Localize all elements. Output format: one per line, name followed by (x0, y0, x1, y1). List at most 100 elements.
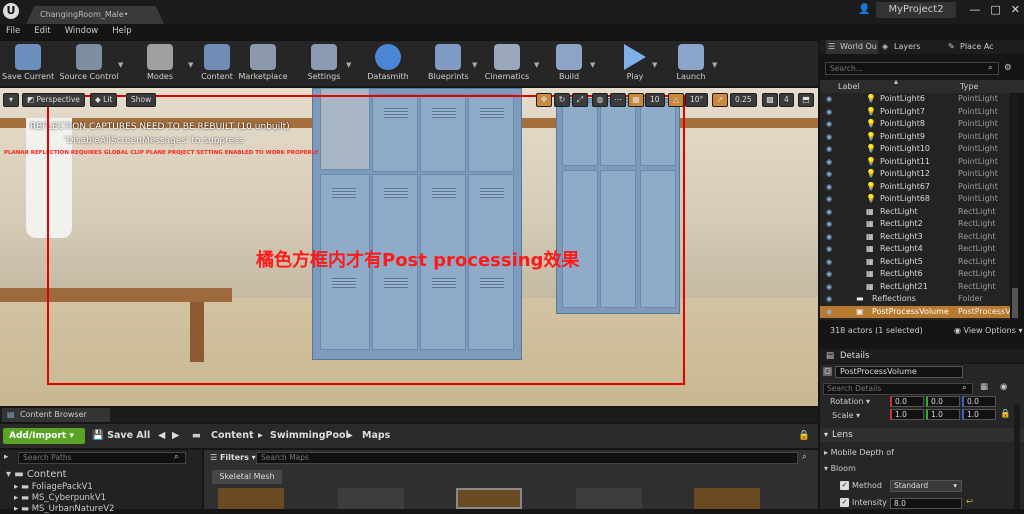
visibility-eye-icon[interactable]: ◉ (826, 143, 832, 156)
rotate-icon[interactable]: ↻ (554, 93, 570, 107)
visibility-eye-icon[interactable]: ◉ (826, 206, 832, 219)
level-viewport[interactable]: REFLECTION CAPTURES NEED TO BE REBUILT (… (0, 88, 818, 406)
outliner-row[interactable]: ◉ 💡 PointLight67 PointLight (820, 181, 1010, 194)
actor-name-input[interactable]: PostProcessVolume (835, 366, 963, 378)
property-matrix-icon[interactable]: ▦ (980, 382, 988, 392)
tree-item-content[interactable]: ▾ ▬ Content (6, 469, 67, 480)
sort-icon[interactable]: ▴ (894, 75, 898, 88)
camera-speed-value[interactable]: 4 (779, 93, 794, 107)
scale-y[interactable]: 1.0 (926, 409, 960, 420)
dropdown-caret-icon[interactable]: ▼ (188, 61, 193, 69)
dropdown-caret-icon[interactable]: ▼ (712, 61, 717, 69)
col-type[interactable]: Type (960, 80, 978, 93)
visibility-eye-icon[interactable]: ◉ (826, 131, 832, 144)
outliner-scrollbar[interactable] (1012, 93, 1018, 320)
rotation-z[interactable]: 0.0 (962, 396, 996, 407)
user-icon[interactable]: 👤 (858, 4, 870, 15)
outliner-scrollbar-thumb[interactable] (1012, 288, 1018, 318)
maximize-viewport-icon[interactable]: ⬒ (798, 93, 814, 107)
menu-help[interactable]: Help (112, 26, 131, 40)
marketplace-button[interactable]: Marketplace (238, 41, 288, 87)
outliner-row[interactable]: ◉ 💡 PointLight9 PointLight (820, 131, 1010, 144)
show-button[interactable]: Show (126, 93, 157, 107)
document-tab[interactable]: ChangingRoom_Male• (26, 6, 164, 24)
scale-snap-value[interactable]: 0.25 (730, 93, 757, 107)
history-back-icon[interactable]: ◀ (158, 428, 165, 444)
tree-item-cyberpunk[interactable]: ▸ ▬ MS_CyberpunkV1 (14, 493, 106, 503)
asset-thumbnail[interactable] (576, 488, 642, 509)
grid-snap-icon[interactable]: ▦ (628, 93, 644, 107)
dropdown-caret-icon[interactable]: ▼ (118, 61, 123, 69)
tab-layers[interactable]: ◈ Layers (880, 40, 936, 54)
outliner-row[interactable]: ◉ ▬ Reflections Folder (820, 293, 1010, 306)
camera-speed-icon[interactable]: ▩ (762, 93, 778, 107)
outliner-row[interactable]: ◉ 💡 PointLight12 PointLight (820, 168, 1010, 181)
tab-world-outliner[interactable]: ☰ World Ou (826, 40, 878, 54)
lock-scale-icon[interactable]: 🔒 (1000, 409, 1011, 419)
collapse-icon[interactable]: ▸ (4, 452, 8, 462)
visibility-eye-icon[interactable]: ◉ (826, 243, 832, 256)
filter-chip-skeletal-mesh[interactable]: Skeletal Mesh (212, 470, 282, 484)
datasmith-button[interactable]: Datasmith (364, 41, 412, 87)
blueprints-button[interactable]: Blueprints (428, 41, 469, 87)
scale-z[interactable]: 1.0 (962, 409, 996, 420)
save-current-button[interactable]: Save Current (2, 41, 54, 87)
visibility-eye-icon[interactable]: ◉ (826, 306, 832, 319)
asset-thumbnail[interactable] (456, 488, 522, 509)
section-lens[interactable]: ▾ Lens (820, 428, 1024, 442)
tree-item-urbannature[interactable]: ▸ ▬ MS_UrbanNatureV2 (14, 504, 114, 514)
visibility-eye-icon[interactable]: ◉ (826, 118, 832, 131)
outliner-row[interactable]: ◉ ▦ RectLight2 RectLight (820, 218, 1010, 231)
asset-thumbnail[interactable] (694, 488, 760, 509)
outliner-settings-icon[interactable]: ⚙ (1004, 63, 1012, 73)
visibility-eye-icon[interactable]: ◉ (826, 231, 832, 244)
content-button[interactable]: Content (200, 41, 234, 87)
settings-button[interactable]: Settings (306, 41, 342, 87)
visibility-eye-icon[interactable]: ◉ (826, 106, 832, 119)
cinematics-button[interactable]: Cinematics (482, 41, 532, 87)
visibility-eye-icon[interactable]: ◉ (826, 156, 832, 169)
search-icon[interactable]: ⌕ (802, 452, 807, 462)
search-icon[interactable]: ⌕ (174, 452, 179, 462)
outliner-row[interactable]: ◉ 💡 PointLight11 PointLight (820, 156, 1010, 169)
menu-edit[interactable]: Edit (34, 26, 50, 40)
rotation-snap-icon[interactable]: △ (668, 93, 684, 107)
tab-place-actors[interactable]: ✎ Place Ac (946, 40, 1006, 54)
outliner-row[interactable]: ◉ ▦ RectLight21 RectLight (820, 281, 1010, 294)
outliner-search-input[interactable]: Search... (825, 62, 999, 75)
tree-item-foliagepack[interactable]: ▸ ▬ FoliagePackV1 (14, 482, 93, 492)
dropdown-caret-icon[interactable]: ▼ (652, 61, 657, 69)
outliner-row[interactable]: ◉ 💡 PointLight6 PointLight (820, 93, 1010, 106)
breadcrumb-maps[interactable]: Maps (362, 428, 390, 444)
search-icon[interactable]: ⌕ (962, 383, 967, 393)
scale-snap-icon[interactable]: ↗ (712, 93, 728, 107)
visibility-eye-icon[interactable]: ◉ (826, 256, 832, 269)
modes-button[interactable]: Modes (142, 41, 178, 87)
details-search-input[interactable]: Search Details (823, 383, 973, 395)
visibility-eye-icon[interactable]: ◉ (826, 93, 832, 106)
search-maps-input[interactable]: Search Maps (256, 452, 798, 464)
source-control-button[interactable]: Source Control (58, 41, 120, 87)
asset-thumbnail[interactable] (338, 488, 404, 509)
details-tab[interactable]: ▤ Details (820, 349, 1024, 363)
asset-thumbnail[interactable] (218, 488, 284, 509)
translate-icon[interactable]: ✥ (536, 93, 552, 107)
outliner-row[interactable]: ◉ ▦ RectLight RectLight (820, 206, 1010, 219)
mobile-dof-section[interactable]: ▸ Mobile Depth of (824, 448, 894, 457)
minimize-button[interactable]: — (969, 3, 980, 16)
perspective-button[interactable]: ◩ Perspective (22, 93, 85, 107)
add-import-button[interactable]: Add/Import ▾ (3, 428, 85, 444)
visibility-eye-icon[interactable]: ◉ (826, 168, 832, 181)
lock-icon[interactable]: 🔒 (798, 428, 810, 444)
grid-snap-value[interactable]: 10 (645, 93, 665, 107)
intensity-checkbox[interactable]: ✓ (840, 498, 849, 507)
history-forward-icon[interactable]: ▶ (172, 428, 179, 444)
play-button[interactable]: Play (620, 41, 650, 87)
outliner-row[interactable]: ◉ ▦ RectLight5 RectLight (820, 256, 1010, 269)
dropdown-caret-icon[interactable]: ▼ (590, 61, 595, 69)
dropdown-caret-icon[interactable]: ▼ (534, 61, 539, 69)
menu-window[interactable]: Window (65, 26, 99, 40)
reset-to-default-icon[interactable]: ↩ (966, 497, 973, 507)
rotation-y[interactable]: 0.0 (926, 396, 960, 407)
breadcrumb-swimmingpool[interactable]: SwimmingPool (270, 428, 349, 444)
